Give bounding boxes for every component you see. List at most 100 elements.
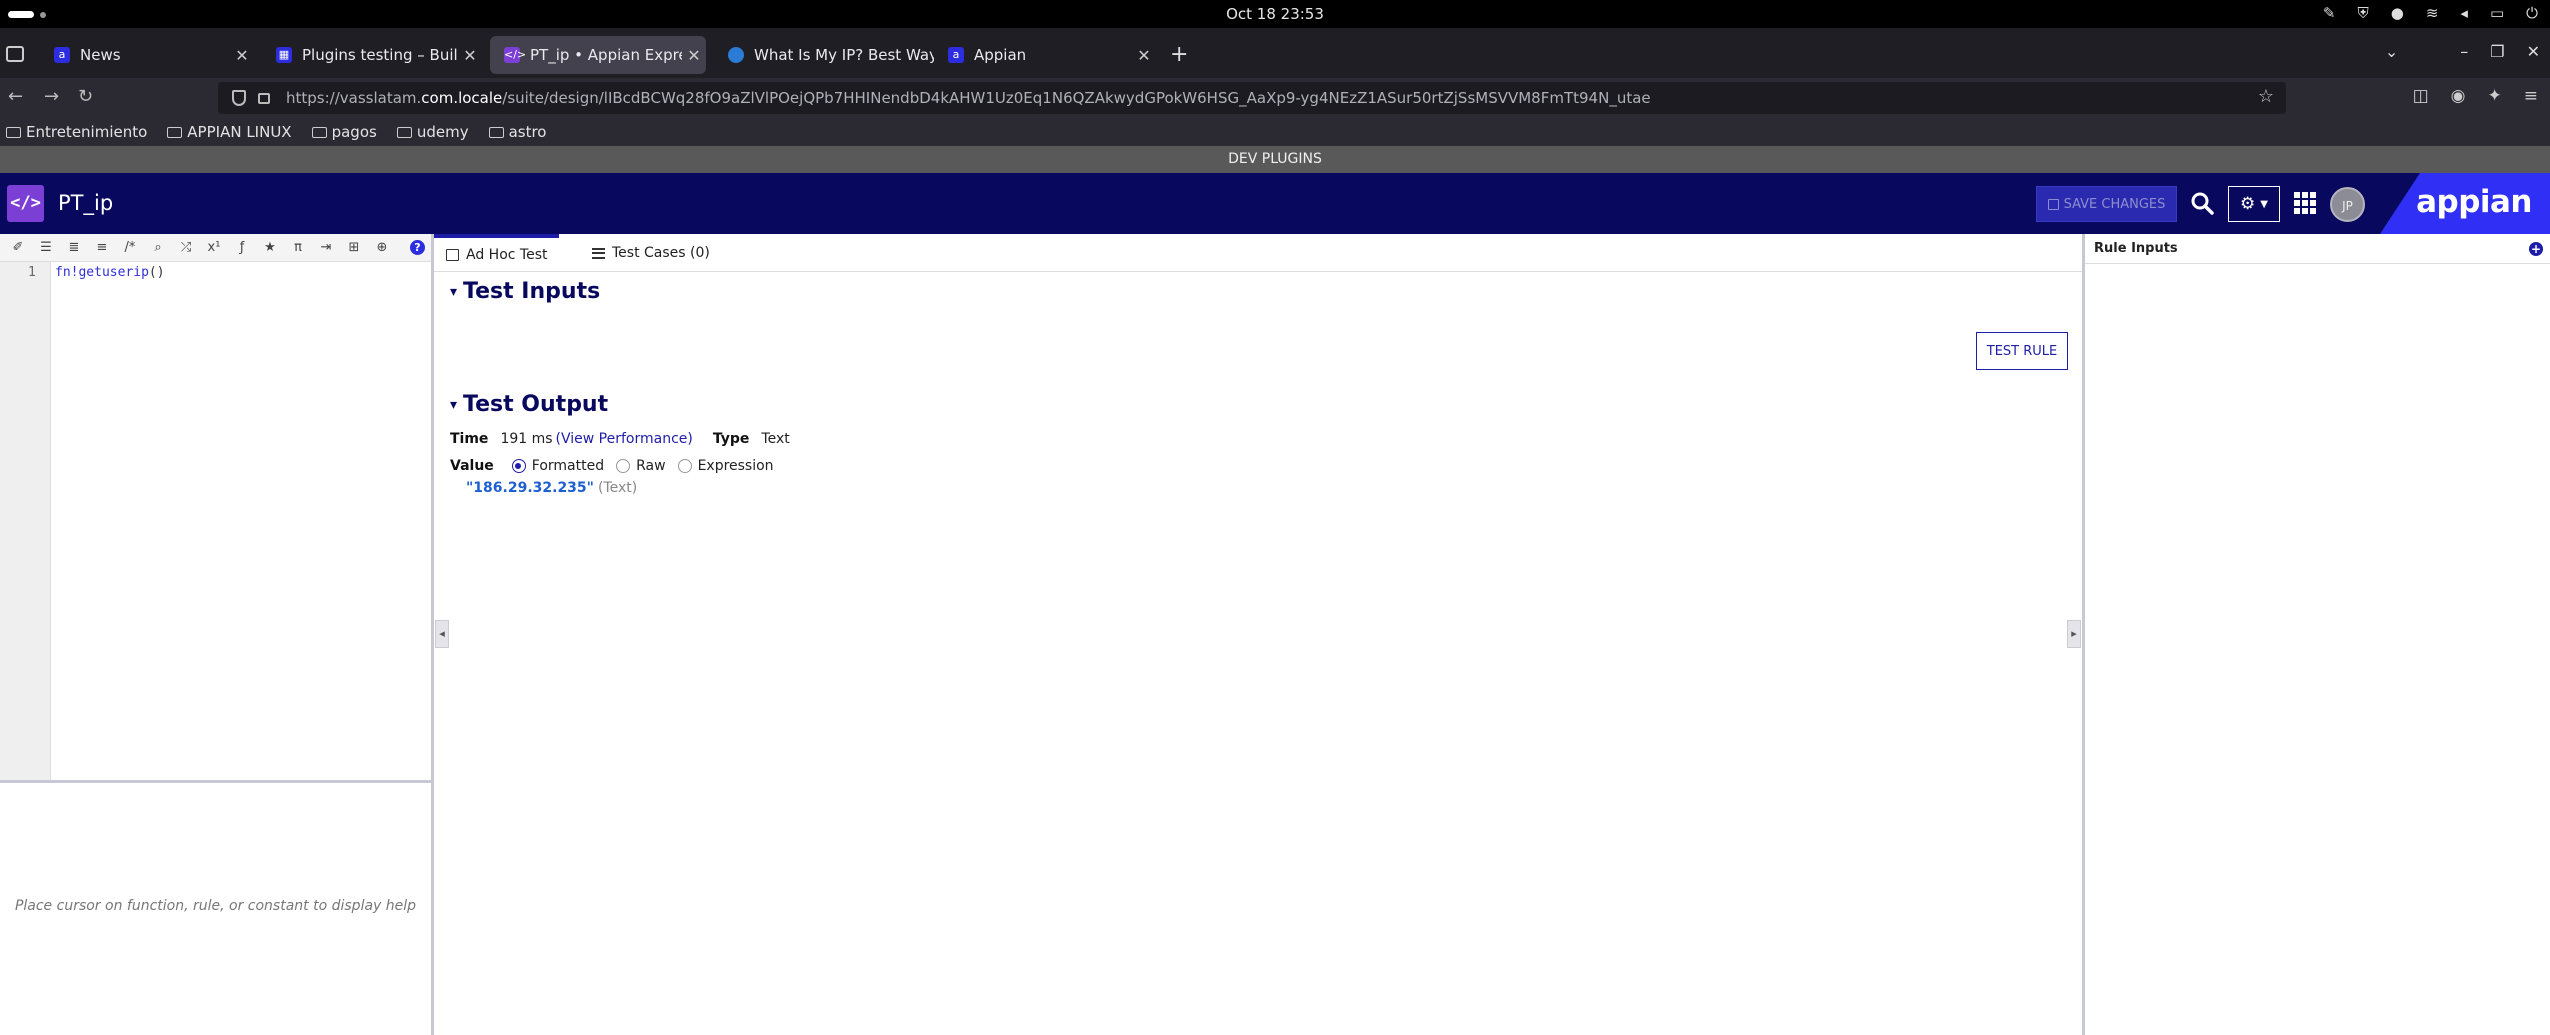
globe-favicon-icon (728, 47, 744, 63)
account-icon[interactable]: ◉ (2451, 86, 2466, 106)
tab-label: Ad Hoc Test (466, 247, 548, 263)
zoom-icon[interactable]: ⊕ (368, 240, 396, 255)
chevron-down-icon: ▾ (450, 283, 458, 300)
rule-inputs-panel: Rule Inputs + (2085, 234, 2550, 1035)
bookmark-folder[interactable]: udemy (396, 123, 469, 141)
navigation-grid-icon[interactable] (2294, 192, 2316, 214)
circle-app-icon[interactable]: ● (2391, 4, 2404, 22)
search-icon[interactable]: ⌕ (144, 240, 172, 255)
bookmark-folder[interactable]: APPIAN LINUX (167, 123, 292, 141)
output-value: "186.29.32.235" (Text) (466, 480, 637, 496)
browser-tab-appian[interactable]: a Appian ✕ (934, 36, 1156, 74)
folder-icon (396, 126, 412, 138)
radio-raw[interactable]: Raw (616, 458, 666, 474)
output-meta-row: Time 191 ms (View Performance) Type Text (450, 431, 790, 447)
variable-icon[interactable]: x¹ (200, 240, 228, 255)
tab-test-cases[interactable]: Test Cases (0) (580, 234, 722, 272)
window-close-icon[interactable]: ✕ (2527, 42, 2540, 61)
test-panel: Ad Hoc Test Test Cases (0) ▾ Test Inputs… (434, 234, 2082, 1035)
code-paren: () (148, 265, 165, 280)
appian-header: </> PT_ip SAVE CHANGES ⚙ ▼ JP appian (0, 173, 2550, 234)
url-prefix: https://vasslatam. (286, 89, 422, 107)
menu-hamburger-icon[interactable]: ≡ (2524, 86, 2538, 106)
view-performance-link[interactable]: (View Performance) (556, 431, 693, 447)
bookmark-folder[interactable]: Entretenimiento (6, 123, 147, 141)
url-bar[interactable]: https://vasslatam. com.locale/suite/desig… (218, 82, 2286, 114)
star-icon[interactable]: ★ (256, 240, 284, 255)
edit-icon (446, 249, 459, 261)
back-arrow-icon[interactable]: ← (8, 86, 23, 107)
import-icon[interactable]: ⇥ (312, 240, 340, 255)
browser-tab-news[interactable]: a News ✕ (40, 36, 254, 74)
folder-icon (6, 126, 21, 138)
indent-icon[interactable]: ≣ (60, 240, 88, 255)
system-tray[interactable]: ✎ ⛨ ● ≋ ◂ ▭ ⏻ (2323, 4, 2538, 22)
value-label: Value (450, 458, 494, 474)
function-icon[interactable]: ƒ (228, 240, 256, 255)
add-rule-input-plus-icon[interactable]: + (2529, 242, 2543, 256)
volume-icon[interactable]: ◂ (2460, 4, 2468, 22)
wifi-icon[interactable]: ≋ (2426, 4, 2439, 22)
settings-menu-button[interactable]: ⚙ ▼ (2228, 186, 2280, 222)
system-clock[interactable]: Oct 18 23:53 (0, 5, 2550, 23)
browser-tab-pt-ip[interactable]: </> PT_ip • Appian Expression ✕ (490, 36, 706, 74)
bookmark-label: astro (508, 123, 547, 141)
collapse-left-arrow-icon[interactable]: ◂ (435, 620, 449, 648)
collapse-right-arrow-icon[interactable]: ▸ (2067, 620, 2081, 648)
pocket-icon[interactable]: ◫ (2413, 86, 2429, 106)
tracking-shield-icon[interactable] (232, 90, 246, 106)
extensions-icon[interactable]: ✦ (2488, 86, 2502, 106)
appian-favicon-icon: a (54, 47, 70, 63)
close-icon[interactable]: ✕ (458, 46, 482, 65)
save-changes-button[interactable]: SAVE CHANGES (2036, 186, 2177, 222)
test-tabs: Ad Hoc Test Test Cases (0) (434, 234, 2082, 272)
avatar[interactable]: JP (2330, 187, 2365, 222)
search-icon[interactable] (2190, 191, 2214, 215)
outdent-icon[interactable]: ☰ (32, 240, 60, 255)
format-wand-icon[interactable]: ✐ (4, 240, 32, 255)
shield-tray-icon[interactable]: ⛨ (2357, 4, 2368, 22)
shuffle-icon[interactable]: ⤮ (172, 240, 200, 255)
restore-icon[interactable]: ❐ (2490, 42, 2504, 61)
appian-logo[interactable]: appian (2416, 184, 2532, 220)
expand-icon[interactable]: ⊞ (340, 240, 368, 255)
test-output-section[interactable]: ▾ Test Output (450, 392, 608, 417)
help-question-icon[interactable]: ? (410, 240, 425, 255)
comment-icon[interactable]: /* (116, 240, 144, 255)
radio-expression[interactable]: Expression (677, 458, 774, 474)
tab-list-chevron-icon[interactable]: ⌄ (2385, 42, 2398, 61)
bookmark-folder[interactable]: pagos (311, 123, 377, 141)
bookmark-star-icon[interactable]: ☆ (2258, 86, 2274, 107)
constant-pi-icon[interactable]: π (284, 240, 312, 255)
test-rule-button[interactable]: TEST RULE (1976, 332, 2068, 370)
forward-arrow-icon[interactable]: → (44, 86, 59, 107)
line-number: 1 (28, 265, 36, 280)
code-area[interactable]: fn!getuserip() (55, 265, 165, 280)
bookmark-label: pagos (331, 123, 377, 141)
list-icon[interactable]: ≡ (88, 240, 116, 255)
close-icon[interactable]: ✕ (682, 46, 706, 65)
radio-formatted[interactable]: Formatted (511, 458, 604, 474)
battery-icon[interactable]: ▭ (2490, 4, 2504, 22)
reload-icon[interactable]: ↻ (78, 86, 93, 107)
bookmark-folder[interactable]: astro (488, 123, 547, 141)
power-icon[interactable]: ⏻ (2526, 4, 2538, 22)
caret-down-icon: ▼ (2260, 198, 2268, 210)
window-controls: ⌄ – ❐ ✕ (2385, 42, 2540, 61)
close-icon[interactable]: ✕ (230, 46, 254, 65)
test-inputs-section[interactable]: ▾ Test Inputs (450, 279, 600, 304)
tab-ad-hoc-test[interactable]: Ad Hoc Test (434, 234, 560, 272)
code-function: fn!getuserip (55, 265, 149, 280)
new-tab-plus-icon[interactable]: + (1170, 42, 1188, 67)
lock-icon[interactable] (258, 92, 270, 104)
browser-tab-plugins-testing[interactable]: ▦ Plugins testing – Build · ✕ (262, 36, 482, 74)
bookmark-label: APPIAN LINUX (187, 123, 292, 141)
brush-icon[interactable]: ✎ (2323, 4, 2336, 22)
time-value: 191 ms (500, 431, 553, 447)
browser-tab-what-is-my-ip[interactable]: What Is My IP? Best Way T (714, 36, 934, 74)
close-icon[interactable]: ✕ (1132, 46, 1156, 65)
radio-label: Expression (697, 458, 774, 474)
tab-overview-icon[interactable] (6, 46, 24, 62)
minimize-icon[interactable]: – (2460, 42, 2468, 61)
section-heading: Test Output (463, 392, 609, 417)
